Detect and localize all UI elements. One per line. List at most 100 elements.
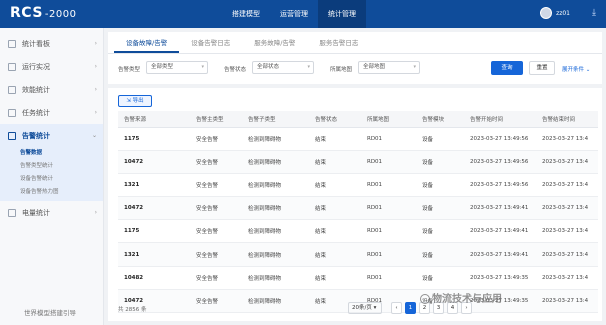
page-size-select[interactable]: 20条/页 ▾ xyxy=(348,302,382,314)
tab-bar: 设备故障/告警 设备告警日志 服务故障/告警 服务告警日志 xyxy=(108,32,602,54)
task-icon xyxy=(8,108,16,117)
table-footer: 共 2856 条 20条/页 ▾ ‹ 1 2 3 4 › xyxy=(108,298,602,321)
nav-build-model[interactable]: 搭建模型 xyxy=(222,0,270,28)
sidebar-item-dashboard[interactable]: 统计看板 › xyxy=(0,32,103,55)
map-select[interactable]: 全部地图 ▾ xyxy=(358,61,420,74)
column-header[interactable]: 所属地图 xyxy=(361,111,416,128)
table-row[interactable]: 1321 安全告警 检测到障碍物 结束 RD01 设备 2023-03-27 13:49:4… xyxy=(118,242,598,267)
sidebar-item-tasks[interactable]: 任务统计 › xyxy=(0,101,103,124)
efficiency-icon xyxy=(8,85,16,94)
table-cell: 2023-03-27 13:49:41 xyxy=(464,242,536,267)
tab-device-alarm-log[interactable]: 设备告警日志 xyxy=(179,32,242,53)
expand-conditions-link[interactable]: 展开条件 ⌄ xyxy=(562,65,590,73)
table-cell: 2023-03-27 13:4 xyxy=(536,219,598,244)
page-button[interactable]: 1 xyxy=(405,302,416,314)
table-cell: 设备 xyxy=(416,266,464,290)
table-cell: 2023-03-27 13:4 xyxy=(536,196,598,221)
table-cell: 10472 xyxy=(118,196,190,221)
table-cell: 检测到障碍物 xyxy=(242,219,309,244)
table-cell: 安全告警 xyxy=(190,242,242,267)
sidebar-item-alarms[interactable]: 告警统计 ⌄ xyxy=(0,124,103,147)
sidebar-sub-alarm-data[interactable]: 告警数据 xyxy=(0,147,103,160)
user-menu[interactable]: zz01 xyxy=(540,7,570,19)
app-logo: RCS -2000 xyxy=(10,5,77,21)
main-panel: 设备故障/告警 设备告警日志 服务故障/告警 服务告警日志 告警类型 全部类型 ▾… xyxy=(108,32,602,321)
table-cell: 结束 xyxy=(309,196,361,221)
column-header[interactable]: 告警模块 xyxy=(416,111,464,128)
table-cell: 检测到障碍物 xyxy=(242,266,309,290)
table-row[interactable]: 1175 安全告警 检测到障碍物 结束 RD01 设备 2023-03-27 13:49:4… xyxy=(118,219,598,244)
table-cell: 设备 xyxy=(416,150,464,174)
alarm-status-label: 告警状态 xyxy=(224,67,247,73)
chevron-down-icon: ▾ xyxy=(307,64,310,70)
table-cell: 10472 xyxy=(118,150,190,174)
chevron-right-icon: › xyxy=(94,40,97,47)
alarm-status-select[interactable]: 全部状态 ▾ xyxy=(252,61,314,74)
table-cell: 结束 xyxy=(309,242,361,267)
table-row[interactable]: 1175 安全告警 检测到障碍物 结束 RD01 设备 2023-03-27 13:49:5… xyxy=(118,127,598,151)
table-cell: 安全告警 xyxy=(190,127,242,151)
table-body: 1175 安全告警 检测到障碍物 结束 RD01 设备 2023-03-27 13:49:5… xyxy=(118,127,598,314)
top-nav: 搭建模型 运营管理 统计管理 xyxy=(222,0,366,28)
table-cell: 结束 xyxy=(309,127,361,151)
table-cell: 结束 xyxy=(309,219,361,244)
sidebar-item-runtime[interactable]: 运行实况 › xyxy=(0,55,103,78)
column-header[interactable]: 告警状态 xyxy=(309,111,361,128)
nav-operations[interactable]: 运营管理 xyxy=(270,0,318,28)
table-cell: RD01 xyxy=(361,242,416,267)
table-cell: 2023-03-27 13:49:41 xyxy=(464,196,536,221)
table-cell: 2023-03-27 13:4 xyxy=(536,266,598,290)
column-header[interactable]: 告警子类型 xyxy=(242,111,309,128)
sidebar-sub-alarm-type-stats[interactable]: 告警类型统计 xyxy=(0,160,103,173)
top-bar: RCS -2000 搭建模型 运营管理 统计管理 zz01 ⤓ xyxy=(0,0,606,28)
alarm-icon xyxy=(8,131,16,140)
table-cell: 2023-03-27 13:4 xyxy=(536,173,598,198)
watermark: 物流技术与应用 xyxy=(420,290,502,305)
reset-button[interactable]: 重置 xyxy=(529,61,555,75)
column-header[interactable]: 告警结束时间 xyxy=(536,111,598,128)
column-header[interactable]: 告警开始时间 xyxy=(464,111,536,128)
sidebar-sub-alarm-heatmap[interactable]: 设备告警热力图 xyxy=(0,186,103,199)
table-cell: 1175 xyxy=(118,127,190,151)
sidebar-item-power[interactable]: 电量统计 › xyxy=(0,201,103,224)
table-cell: 2023-03-27 13:49:56 xyxy=(464,127,536,151)
chevron-right-icon: › xyxy=(94,63,97,70)
table-cell: 安全告警 xyxy=(190,266,242,290)
table-cell: 2023-03-27 13:49:56 xyxy=(464,173,536,198)
column-header[interactable]: 告警来源 xyxy=(118,111,190,128)
chevron-right-icon: › xyxy=(94,86,97,93)
table-cell: 结束 xyxy=(309,266,361,290)
table-row[interactable]: 10472安全告警检测到障碍物结束RD01设备2023-03-27 13:49:… xyxy=(118,150,598,174)
table-row[interactable]: 10472安全告警检测到障碍物结束RD01设备2023-03-27 13:49:… xyxy=(118,196,598,221)
table-row[interactable]: 1321 安全告警 检测到障碍物 结束 RD01 设备 2023-03-27 13:49:5… xyxy=(118,173,598,198)
table-cell: RD01 xyxy=(361,219,416,244)
table-cell: 2023-03-27 13:4 xyxy=(536,150,598,174)
table-row[interactable]: 10482 安全告警 检测到障碍物 结束 RD01 设备 2023-03-27 13:49:… xyxy=(118,266,598,290)
alarm-type-label: 告警类型 xyxy=(118,67,141,73)
query-button[interactable]: 查询 xyxy=(491,61,523,75)
tab-service-alarm-log[interactable]: 服务告警日志 xyxy=(307,32,370,53)
nav-statistics[interactable]: 统计管理 xyxy=(318,0,366,28)
prev-page-button[interactable]: ‹ xyxy=(391,302,402,314)
download-icon[interactable]: ⤓ xyxy=(592,8,596,18)
column-header[interactable]: 告警主类型 xyxy=(190,111,242,128)
table-cell: 2023-03-27 13:4 xyxy=(536,127,598,151)
sidebar-sub-device-alarm-stats[interactable]: 设备告警统计 xyxy=(0,173,103,186)
tab-device-fault[interactable]: 设备故障/告警 xyxy=(114,32,180,53)
chevron-right-icon: › xyxy=(94,209,97,216)
table-cell: RD01 xyxy=(361,173,416,198)
tab-service-fault[interactable]: 服务故障/告警 xyxy=(242,32,307,53)
sidebar-item-efficiency[interactable]: 效能统计 › xyxy=(0,78,103,101)
alarm-submenu: 告警数据 告警类型统计 设备告警统计 设备告警热力图 xyxy=(0,147,103,201)
table-cell: 结束 xyxy=(309,173,361,198)
alarm-type-select[interactable]: 全部类型 ▾ xyxy=(146,61,208,74)
runtime-icon xyxy=(8,62,16,71)
chevron-right-icon: › xyxy=(94,109,97,116)
table-cell: 检测到障碍物 xyxy=(242,150,309,174)
export-button[interactable]: ⇲ 导出 xyxy=(118,95,152,107)
wechat-icon xyxy=(420,294,430,304)
table-cell: 2023-03-27 13:49:41 xyxy=(464,219,536,244)
export-icon: ⇲ xyxy=(126,98,131,104)
chevron-down-icon: ⌄ xyxy=(585,67,591,73)
model-guide-link[interactable]: 世界模型搭建引导 xyxy=(24,307,76,317)
